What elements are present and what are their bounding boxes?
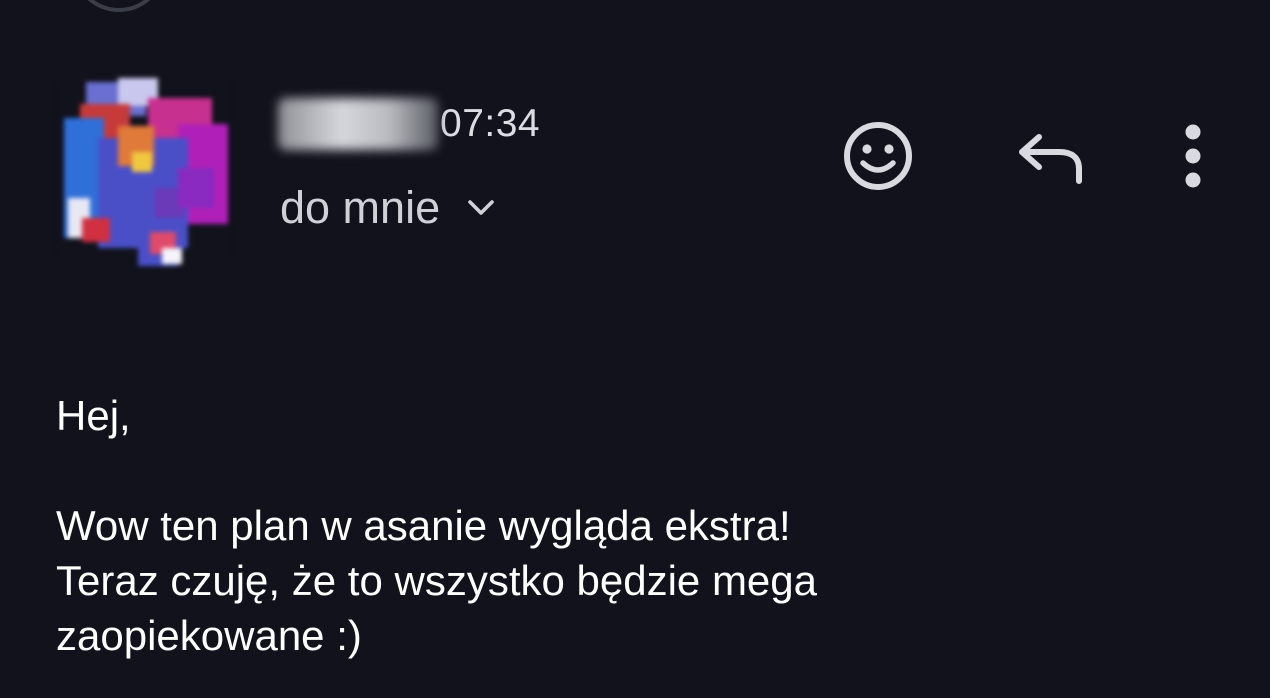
email-body-line: Teraz czuję, że to wszystko będzie mega [56, 557, 818, 604]
reply-icon [1019, 134, 1082, 184]
sender-avatar[interactable] [58, 68, 230, 270]
sender-info: 07:34 [278, 94, 540, 154]
more-vertical-icon [1185, 124, 1201, 188]
add-reaction-button[interactable] [840, 118, 916, 194]
back-button-partial[interactable] [72, 0, 166, 12]
email-greeting: Hej, [56, 392, 131, 439]
more-options-button[interactable] [1170, 118, 1216, 194]
sender-name[interactable] [278, 98, 438, 150]
recipient-label: do mnie [280, 182, 441, 233]
chevron-down-icon[interactable] [466, 198, 496, 218]
email-body-line: zaopiekowane :) [56, 612, 362, 659]
email-view: 07:34 do mnie Hej, Wow ten plan w asanie… [0, 0, 1270, 698]
email-time: 07:34 [440, 102, 541, 145]
email-body-line: Wow ten plan w asanie wygląda ekstra! [56, 502, 791, 549]
recipient-details-toggle[interactable]: do mnie [280, 182, 496, 234]
smiley-icon [844, 122, 912, 190]
email-body: Hej, Wow ten plan w asanie wygląda ekstr… [56, 388, 1230, 663]
reply-button[interactable] [1006, 122, 1090, 192]
